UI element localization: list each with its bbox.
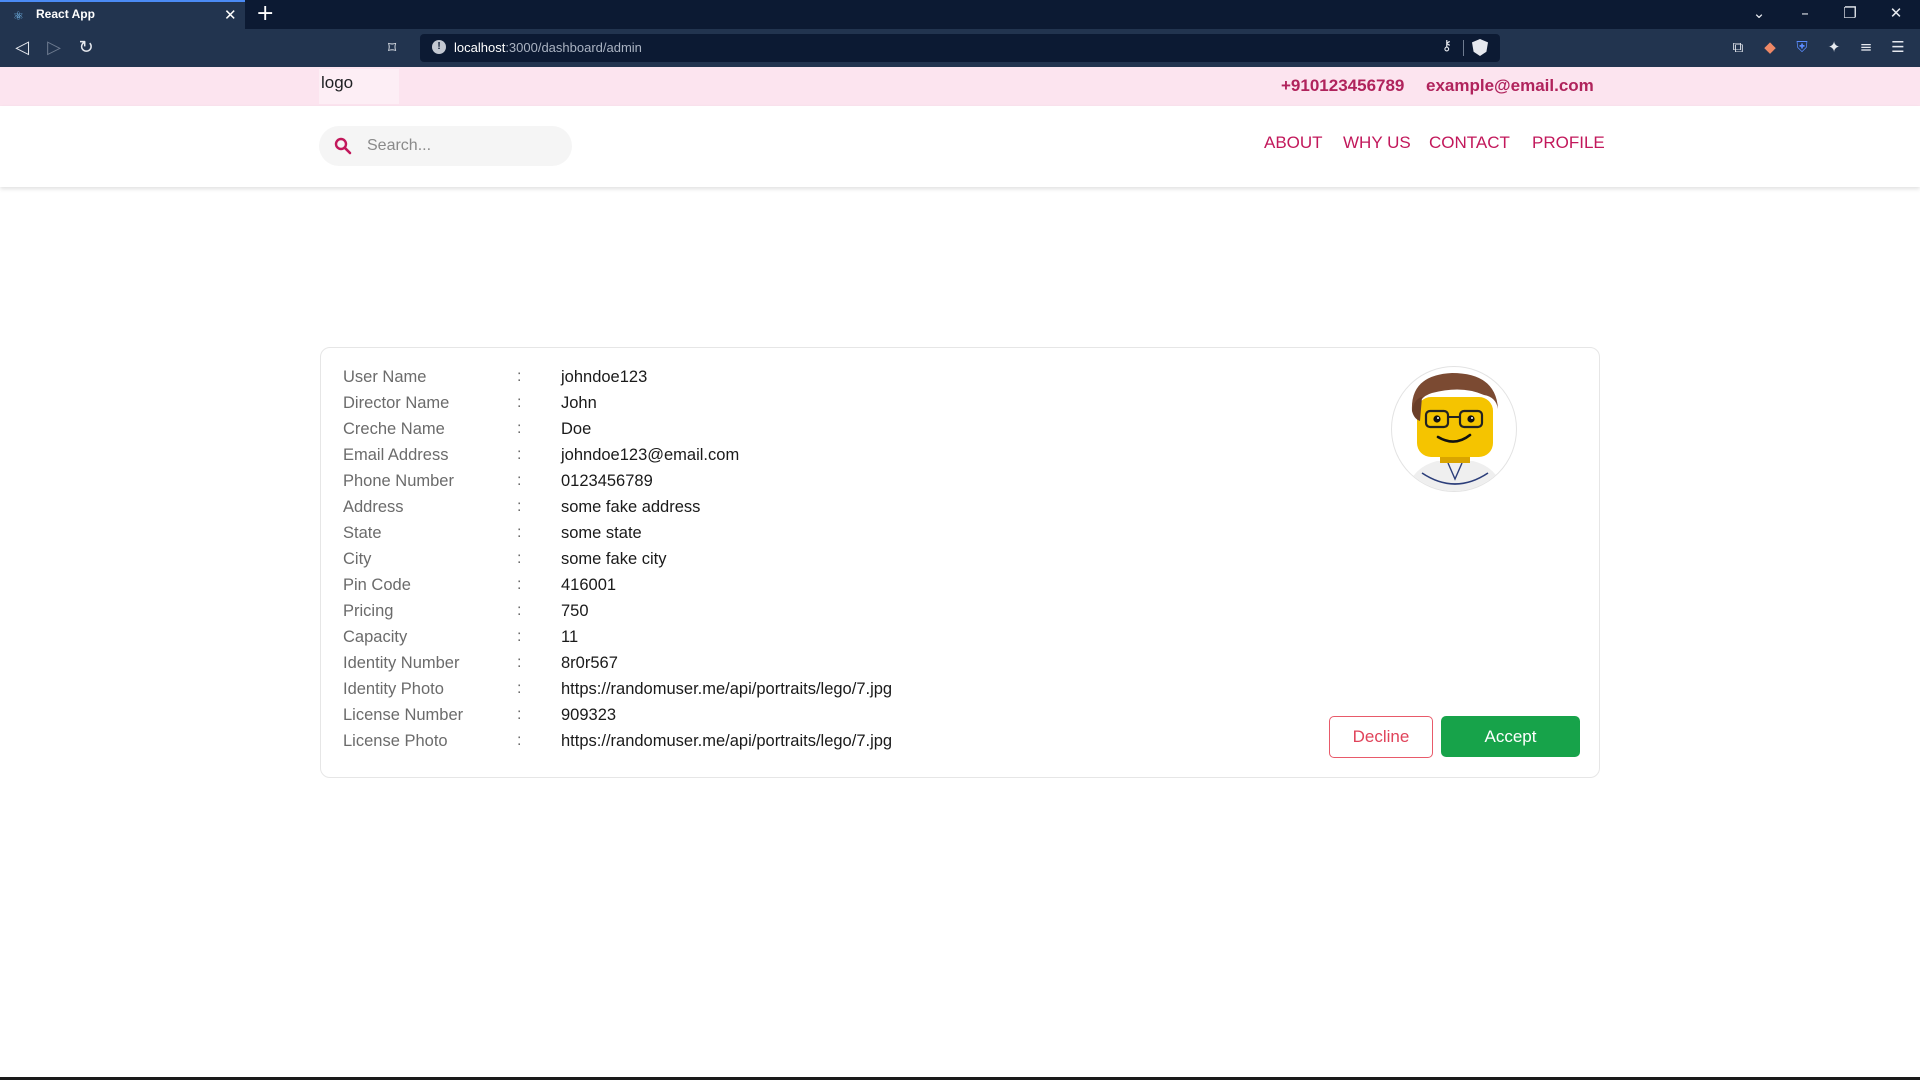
url-text[interactable]: localhost:3000/dashboard/admin [454,40,642,55]
detail-separator: : [517,602,522,619]
tab-title: React App [36,7,95,21]
contact-strip: logo +910123456789 example@email.com [0,67,1920,106]
detail-label: State [343,524,382,542]
bitwarden-shield-icon[interactable]: ⛨ [1793,38,1811,56]
detail-separator: : [517,732,522,749]
detail-value: some fake city [561,550,667,568]
close-icon[interactable]: ✕ [224,6,237,24]
detail-label: License Number [343,706,464,724]
detail-value: https://randomuser.me/api/portraits/lego… [561,732,893,750]
detail-separator: : [517,368,522,385]
info-icon[interactable]: ! [432,40,446,54]
detail-label: License Photo [343,732,448,750]
avatar-image [1391,366,1517,492]
detail-value: Doe [561,420,592,438]
detail-value: johndoe123@email.com [561,446,740,464]
detail-separator: : [517,680,522,697]
minimize-button[interactable]: – [1795,3,1815,23]
decline-button[interactable]: Decline [1329,716,1433,758]
brave-shield-icon[interactable] [1472,39,1488,56]
detail-separator: : [517,524,522,541]
detail-separator: : [517,628,522,645]
detail-value: 11 [561,628,579,646]
nav-link-contact[interactable]: CONTACT [1429,133,1510,153]
detail-label: City [343,550,372,568]
detail-label: Phone Number [343,472,454,490]
back-icon[interactable]: ◁ [11,37,33,59]
detail-separator: : [517,576,522,593]
color-extension-icon[interactable]: ◆ [1761,38,1779,56]
detail-value: John [561,394,597,412]
detail-label: Director Name [343,394,450,412]
search-icon [334,137,352,155]
address-bar[interactable]: ! localhost:3000/dashboard/admin ⚷ [420,34,1500,62]
browser-toolbar: ◁ ▷ ↻ ⌑ ! localhost:3000/dashboard/admin… [0,29,1920,67]
detail-separator: : [517,654,522,671]
browser-tab[interactable]: ⚛ React App ✕ [0,0,245,29]
nav-link-profile[interactable]: PROFILE [1532,133,1605,153]
detail-label: Identity Number [343,654,460,672]
search-box[interactable] [319,126,572,166]
browser-tab-bar: ⚛ React App ✕ + ⌄ – ❐ ✕ [0,0,1920,29]
detail-value: https://randomuser.me/api/portraits/lego… [561,680,893,698]
detail-label: Pricing [343,602,394,620]
logo-alt-text: logo [321,73,354,92]
nav-link-why-us[interactable]: WHY US [1343,133,1411,153]
restore-button[interactable]: ❐ [1840,3,1860,23]
detail-separator: : [517,498,522,515]
nav-link-about[interactable]: ABOUT [1264,133,1323,153]
tab-list-chevron-icon[interactable]: ⌄ [1749,3,1769,23]
contact-phone[interactable]: +910123456789 [1281,76,1404,96]
playlist-icon[interactable]: ≡ [1857,38,1875,56]
detail-label: Identity Photo [343,680,444,698]
key-icon[interactable]: ⚷ [1442,38,1452,54]
detail-label: Creche Name [343,420,445,438]
detail-label: Email Address [343,446,449,464]
detail-label: Pin Code [343,576,411,594]
detail-value: 8r0r567 [561,654,618,672]
detail-value: some fake address [561,498,701,516]
detail-value: 909323 [561,706,617,724]
contact-email[interactable]: example@email.com [1426,76,1594,96]
forward-icon[interactable]: ▷ [43,37,65,59]
creche-details-card: User Name: johndoe123 Director Name: John Cr… [320,347,1600,778]
detail-value: 416001 [561,576,617,594]
bookmark-icon[interactable]: ⌑ [388,37,396,59]
detail-value: some state [561,524,642,542]
navbar: ABOUT WHY US CONTACT PROFILE [0,106,1920,187]
detail-separator: : [517,420,522,437]
extensions-puzzle-icon[interactable]: ✦ [1825,38,1843,56]
accept-button[interactable]: Accept [1441,716,1580,757]
url-separator [1463,40,1464,56]
detail-value: 0123456789 [561,472,653,490]
tab-search-icon[interactable]: ⧉ [1729,38,1747,56]
detail-separator: : [517,706,522,723]
window-close-button[interactable]: ✕ [1886,3,1906,23]
detail-label: Capacity [343,628,408,646]
detail-separator: : [517,446,522,463]
page: logo +910123456789 example@email.com ABO… [0,67,1920,1078]
new-tab-button[interactable]: + [256,2,274,26]
reload-icon[interactable]: ↻ [75,37,97,59]
detail-value: johndoe123 [561,368,648,386]
detail-value: 750 [561,602,589,620]
detail-separator: : [517,394,522,411]
detail-label: User Name [343,368,427,386]
react-favicon-icon: ⚛ [13,9,24,23]
detail-separator: : [517,472,522,489]
logo[interactable]: logo [319,69,399,104]
detail-label: Address [343,498,404,516]
detail-separator: : [517,550,522,567]
menu-icon[interactable]: ☰ [1889,38,1907,56]
search-input[interactable] [367,134,557,158]
